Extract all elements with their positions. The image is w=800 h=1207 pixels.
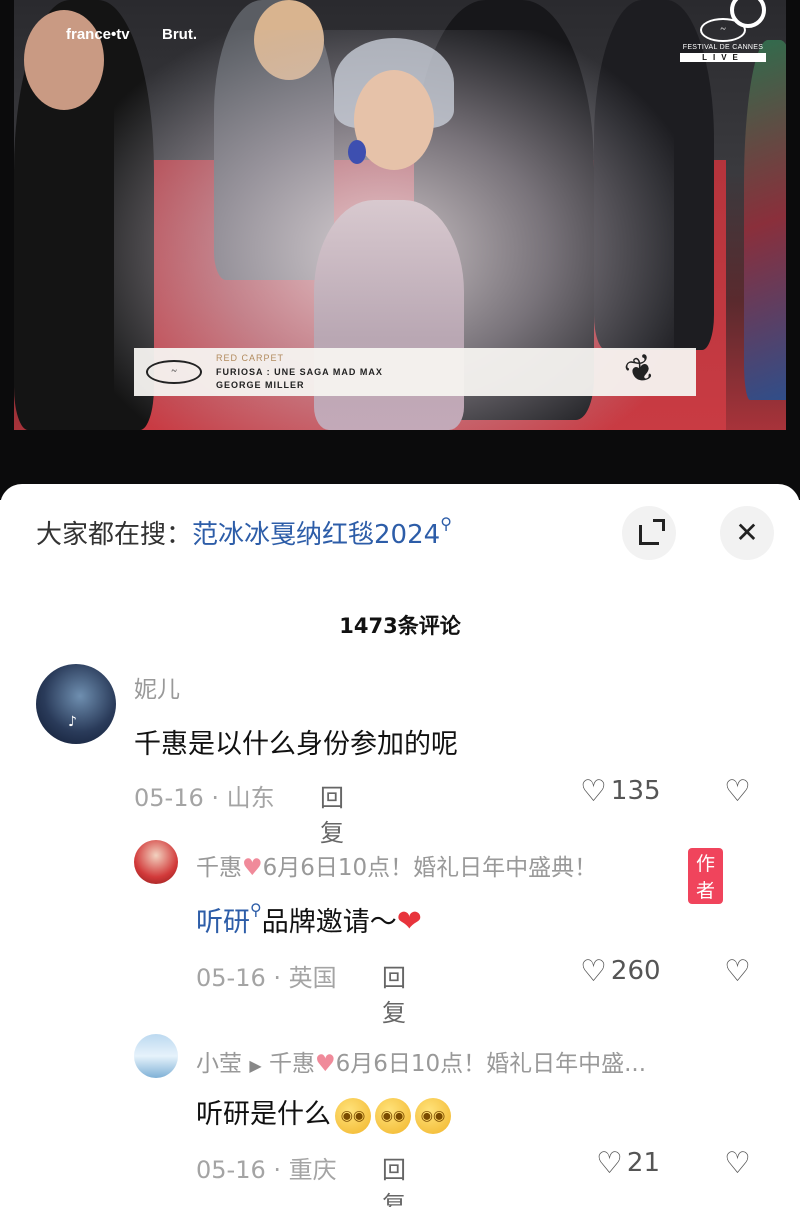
heart-emoji-icon: ♥ [314, 1051, 336, 1077]
palm-leaf-icon: ❦ [618, 345, 664, 396]
france-tv-logo: france•tv [66, 26, 130, 43]
heart-icon: ♡ [580, 954, 607, 989]
trending-search[interactable]: 大家都在搜：范冰冰戛纳红毯2024⚲ [36, 514, 452, 551]
reply-text-body: 听研是什么 [196, 1099, 331, 1130]
reply-author[interactable]: 千惠 [196, 855, 242, 881]
dislike-icon[interactable]: ♡ [724, 954, 751, 989]
like-button[interactable]: ♡ 260 [580, 954, 661, 989]
earring [348, 140, 366, 164]
trending-search-prefix: 大家都在搜： [36, 520, 193, 550]
expand-icon [639, 519, 665, 545]
like-count: 21 [626, 1148, 660, 1178]
caption-film-title: FURIOSA : UNE SAGA MAD MAX [216, 367, 383, 377]
author-badge-label: 作者 [688, 848, 724, 904]
dislike-icon[interactable]: ♡ [724, 1146, 751, 1181]
reply-text: 听研⚲品牌邀请～❤ [196, 900, 422, 939]
cannes-live-logo: ~ FESTIVAL DE CANNES LIVE [680, 18, 766, 74]
dislike-icon[interactable]: ♡ [724, 774, 751, 809]
avatar[interactable] [134, 840, 178, 884]
author-badge: 作者 [688, 848, 724, 904]
search-icon: ⚲ [250, 900, 262, 919]
reply-date-location: 05-16 · 重庆 [196, 1156, 337, 1184]
reply-button[interactable]: 回复 [382, 958, 406, 1028]
close-button[interactable]: ✕ [720, 506, 774, 560]
mention-link[interactable]: 听研 [196, 907, 250, 938]
reply-text: 听研是什么 ◉◉ ◉◉ ◉◉ [196, 1092, 451, 1134]
cannes-palm-icon: ~ [700, 18, 746, 42]
comments-count: 1473条评论 [339, 614, 461, 638]
comment-date-location: 05-16 · 山东 [134, 784, 275, 812]
cannes-emblem-icon: ~ [146, 360, 202, 384]
bystander-left-head [24, 10, 104, 110]
caption-category: RED CARPET [216, 353, 285, 363]
bystander-right [744, 40, 786, 400]
heart-icon: ♡ [580, 774, 607, 809]
brut-logo: Brut. [162, 26, 197, 43]
lower-third-caption: ~ RED CARPET FURIOSA : UNE SAGA MAD MAX … [134, 345, 696, 396]
video-frame: france•tv Brut. ~ FESTIVAL DE CANNES LIV… [14, 0, 786, 430]
comments-panel: 大家都在搜：范冰冰戛纳红毯2024⚲ ✕ 1473条评论 妮儿 千惠是以什么身份… [0, 484, 800, 1207]
avatar[interactable] [36, 664, 116, 744]
reply-button[interactable]: 回复 [382, 1150, 406, 1207]
reply-author-line: 小莹 ▶ 千惠♥6月6日10点！婚礼日年中盛... [196, 1044, 646, 1078]
like-count: 135 [610, 776, 661, 806]
reply-button[interactable]: 回复 [320, 778, 344, 848]
reply-to-user[interactable]: 千惠 [269, 1051, 315, 1077]
reply-author-suffix: 6月6日10点！婚礼日年中盛典！ [262, 855, 598, 881]
comment-text: 千惠是以什么身份参加的呢 [134, 729, 458, 760]
caption-director: GEORGE MILLER [216, 380, 305, 390]
close-icon: ✕ [735, 516, 759, 549]
comment-author[interactable]: 妮儿 [134, 670, 180, 704]
reply-text-body: 品牌邀请～ [261, 907, 397, 938]
reply-to-suffix: 6月6日10点！婚礼日年中盛... [335, 1051, 647, 1077]
like-count: 260 [610, 956, 661, 986]
video-player[interactable]: france•tv Brut. ~ FESTIVAL DE CANNES LIV… [0, 0, 800, 500]
trending-search-term[interactable]: 范冰冰戛纳红毯2024 [192, 520, 440, 550]
live-label: LIVE [680, 53, 766, 62]
dizzy-face-emoji-icon: ◉◉ [375, 1097, 411, 1134]
avatar[interactable] [134, 1034, 178, 1078]
festival-text: FESTIVAL DE CANNES [682, 44, 764, 51]
heart-icon: ♡ [596, 1146, 623, 1181]
like-button[interactable]: ♡ 135 [580, 774, 661, 809]
red-heart-emoji-icon: ❤ [396, 904, 422, 939]
search-icon: ⚲ [440, 514, 452, 533]
reply-author[interactable]: 小莹 [196, 1051, 242, 1077]
reply-arrow-icon: ▶ [249, 1056, 262, 1075]
dizzy-face-emoji-icon: ◉◉ [335, 1097, 371, 1134]
reply-author-line: 千惠♥6月6日10点！婚礼日年中盛典！ [196, 848, 597, 882]
heart-emoji-icon: ♥ [242, 855, 263, 881]
dizzy-face-emoji-icon: ◉◉ [415, 1097, 451, 1134]
like-button[interactable]: ♡ 21 [596, 1146, 660, 1181]
reply-date-location: 05-16 · 英国 [196, 964, 337, 992]
expand-button[interactable] [622, 506, 676, 560]
woman-face [354, 70, 434, 170]
